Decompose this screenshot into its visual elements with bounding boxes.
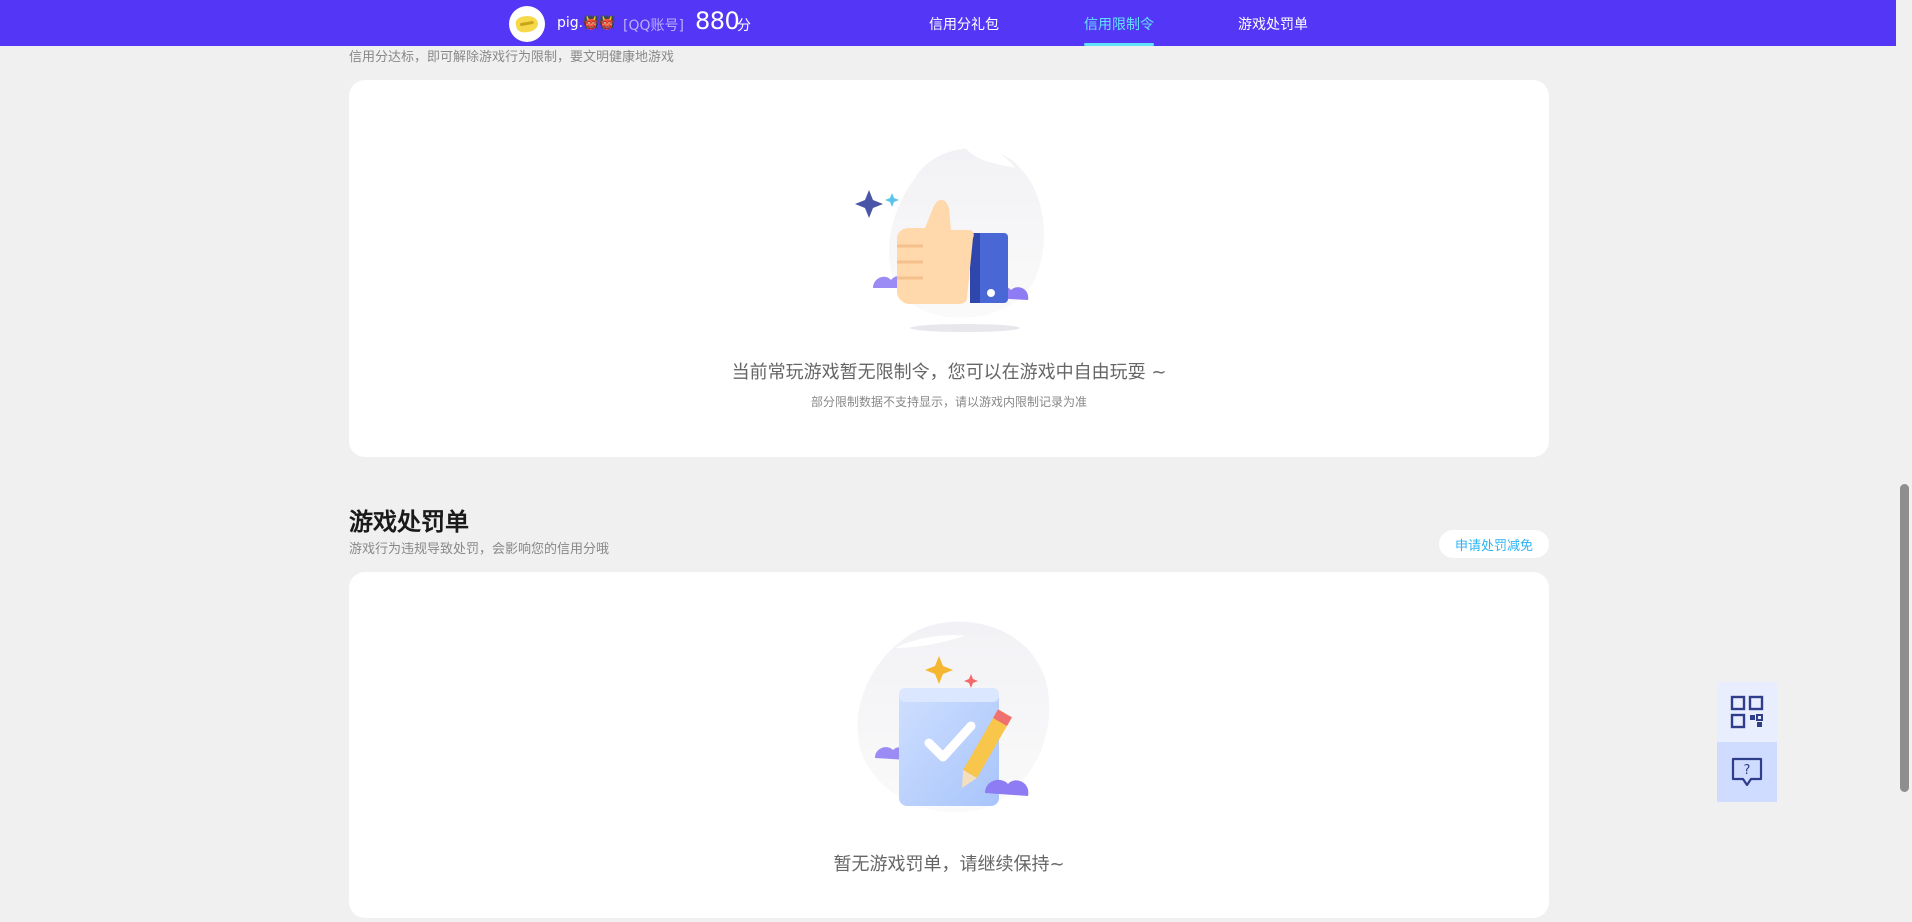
qr-code-icon <box>1730 695 1764 729</box>
qr-code-button[interactable] <box>1717 682 1777 742</box>
credit-score: 880 <box>695 7 740 35</box>
help-feedback-button[interactable]: ? <box>1717 742 1777 802</box>
penalty-empty-message: 暂无游戏罚单，请继续保持~ <box>833 854 1065 875</box>
apply-penalty-reduction-button[interactable]: 申请处罚减免 <box>1439 530 1549 558</box>
active-tab-indicator <box>1084 43 1154 46</box>
account-type-label: [QQ账号] <box>623 18 684 34</box>
username: pig.👹👹 <box>557 15 616 31</box>
thumbs-up-illustration <box>855 146 1044 332</box>
penalty-card: 暂无游戏罚单，请继续保持~ <box>349 572 1549 918</box>
penalty-section-title: 游戏处罚单 <box>349 508 469 536</box>
restriction-card: 当前常玩游戏暂无限制令，您可以在游戏中自由玩耍 ~ 部分限制数据不支持显示，请以… <box>349 80 1549 457</box>
tab-credit-restriction[interactable]: 信用限制令 <box>1084 14 1154 34</box>
floating-tools: ? <box>1717 682 1777 802</box>
credit-score-unit: 分 <box>737 18 751 34</box>
scrollbar-thumb[interactable] <box>1900 484 1909 792</box>
restriction-description: 信用分达标，即可解除游戏行为限制，要文明健康地游戏 <box>349 50 675 65</box>
avatar[interactable] <box>509 6 545 42</box>
top-nav-bar: pig.👹👹 [QQ账号] 880 分 信用分礼包 信用限制令 游戏处罚单 <box>0 0 1896 46</box>
svg-text:?: ? <box>1744 763 1751 778</box>
tab-game-penalty[interactable]: 游戏处罚单 <box>1238 14 1308 34</box>
help-chat-icon: ? <box>1731 757 1763 787</box>
restriction-empty-message: 当前常玩游戏暂无限制令，您可以在游戏中自由玩耍 ~ <box>731 362 1167 383</box>
clipboard-pencil-illustration <box>857 621 1050 813</box>
restriction-empty-note: 部分限制数据不支持显示，请以游戏内限制记录为准 <box>810 395 1087 409</box>
penalty-description: 游戏行为违规导致处罚，会影响您的信用分哦 <box>349 542 610 557</box>
tab-credit-gift[interactable]: 信用分礼包 <box>929 14 999 34</box>
